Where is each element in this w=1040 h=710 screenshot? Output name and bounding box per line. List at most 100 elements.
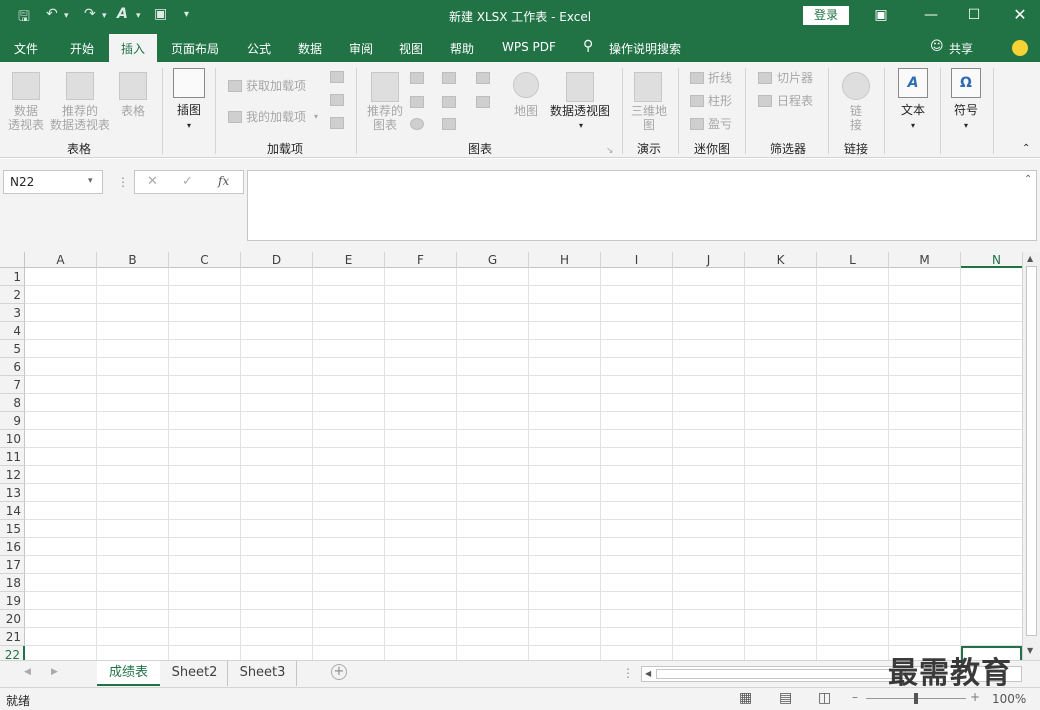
combo-chart-icon[interactable] (476, 96, 490, 108)
tab-home[interactable]: 开始 (70, 40, 94, 57)
3d-map-button[interactable]: 三维地 图 (626, 104, 672, 132)
formula-input[interactable] (247, 170, 1037, 241)
tab-help[interactable]: 帮助 (450, 40, 474, 57)
column-header[interactable]: F (385, 252, 457, 268)
row-header[interactable]: 17 (0, 556, 25, 574)
scroll-down-icon[interactable]: ▼ (1027, 646, 1033, 655)
illustrations-button[interactable]: 插图 (170, 103, 208, 117)
smiley-icon[interactable] (1012, 40, 1028, 56)
row-header[interactable]: 4 (0, 322, 25, 340)
column-chart-icon[interactable] (410, 72, 424, 84)
my-addins-button[interactable]: 我的加载项 (246, 110, 306, 124)
charts-launcher-icon[interactable]: ↘ (606, 144, 614, 158)
illustrations-icon[interactable] (173, 68, 205, 98)
pivot-table-button[interactable]: 数据 透视表 (6, 104, 46, 132)
row-header[interactable]: 2 (0, 286, 25, 304)
zoom-level[interactable]: 100% (992, 692, 1026, 706)
sheet-tab-sheet3[interactable]: Sheet3 (229, 661, 297, 686)
collapse-ribbon-icon[interactable]: ⌃ (1022, 142, 1030, 156)
link-icon[interactable] (842, 72, 870, 100)
my-addins-icon[interactable] (228, 111, 242, 123)
formula-bar-splitter[interactable]: ⋮ (117, 175, 129, 189)
row-header[interactable]: 8 (0, 394, 25, 412)
vertical-scrollbar[interactable]: ▲ ▼ (1022, 252, 1040, 660)
visio-icon[interactable] (330, 71, 344, 83)
maximize-icon[interactable]: ☐ (962, 4, 986, 28)
timeline-button[interactable]: 日程表 (777, 94, 813, 108)
column-header[interactable]: A (25, 252, 97, 268)
symbols-button[interactable]: 符号 (949, 103, 983, 117)
column-header[interactable]: B (97, 252, 169, 268)
cancel-icon[interactable]: ✕ (147, 174, 158, 189)
symbols-dropdown-icon[interactable]: ▾ (960, 119, 972, 133)
link-button[interactable]: 链 接 (846, 104, 866, 132)
recommended-charts-button[interactable]: 推荐的 图表 (362, 104, 408, 132)
row-header[interactable]: 16 (0, 538, 25, 556)
sparkline-column-button[interactable]: 柱形 (708, 94, 732, 108)
row-header[interactable]: 1 (0, 268, 25, 286)
sparkline-line-button[interactable]: 折线 (708, 71, 732, 85)
worksheet-grid[interactable]: ABCDEFGHIJKLMN 1 2 3 4 5 6 7 8 9 10 11 12 13 14 15 16 17… (0, 252, 1022, 660)
get-addins-icon[interactable] (228, 80, 242, 92)
column-header[interactable]: G (457, 252, 529, 268)
tab-page-layout[interactable]: 页面布局 (171, 40, 219, 57)
people-graph-icon[interactable] (330, 117, 344, 129)
row-header[interactable]: 10 (0, 430, 25, 448)
row-header[interactable]: 19 (0, 592, 25, 610)
timeline-icon[interactable] (758, 95, 772, 107)
tab-formulas[interactable]: 公式 (247, 40, 271, 57)
column-header[interactable]: J (673, 252, 745, 268)
column-header[interactable]: L (817, 252, 889, 268)
sparkline-winloss-icon[interactable] (690, 118, 704, 130)
row-header[interactable]: 21 (0, 628, 25, 646)
normal-view-icon[interactable]: ▦ (739, 690, 752, 706)
hscroll-thumb[interactable] (656, 669, 906, 679)
pivot-table-icon[interactable] (12, 72, 40, 100)
tab-data[interactable]: 数据 (298, 40, 322, 57)
login-button[interactable]: 登录 (803, 6, 849, 25)
row-header[interactable]: 20 (0, 610, 25, 628)
3d-map-icon[interactable] (634, 72, 662, 102)
map-chart-button[interactable]: 地图 (510, 104, 542, 118)
illustrations-dropdown-icon[interactable]: ▾ (183, 119, 195, 133)
sparkline-column-icon[interactable] (690, 95, 704, 107)
column-header[interactable]: N (961, 252, 1022, 268)
zoom-out-icon[interactable]: – (852, 690, 858, 704)
scroll-left-icon[interactable]: ◀ (645, 669, 651, 678)
scatter-chart-icon[interactable] (476, 72, 490, 84)
sparkline-line-icon[interactable] (690, 72, 704, 84)
waterfall-chart-icon[interactable] (442, 118, 456, 130)
statistic-chart-icon[interactable] (442, 96, 456, 108)
recommended-pivot-icon[interactable] (66, 72, 94, 100)
slicer-icon[interactable] (758, 72, 772, 84)
column-header[interactable]: M (889, 252, 961, 268)
column-header[interactable]: H (529, 252, 601, 268)
row-header[interactable]: 15 (0, 520, 25, 538)
hierarchy-chart-icon[interactable] (442, 72, 456, 84)
expand-formula-icon[interactable]: ⌃ (1024, 174, 1032, 185)
text-icon[interactable]: A (898, 68, 928, 98)
sheet-tab-sheet2[interactable]: Sheet2 (162, 661, 228, 686)
select-all-corner[interactable] (0, 252, 25, 268)
column-header[interactable]: D (241, 252, 313, 268)
column-header[interactable]: C (169, 252, 241, 268)
text-dropdown-icon[interactable]: ▾ (907, 119, 919, 133)
recommended-pivot-button[interactable]: 推荐的 数据透视表 (48, 104, 112, 132)
sheet-tab-scores[interactable]: 成绩表 (97, 661, 160, 686)
slicer-button[interactable]: 切片器 (777, 71, 813, 85)
table-icon[interactable] (119, 72, 147, 100)
row-header[interactable]: 5 (0, 340, 25, 358)
row-header[interactable]: 22 (0, 646, 25, 660)
insert-function-icon[interactable]: fx (218, 174, 229, 188)
page-layout-view-icon[interactable]: ▤ (779, 690, 792, 706)
scroll-up-icon[interactable]: ▲ (1027, 254, 1033, 263)
bing-maps-icon[interactable] (330, 94, 344, 106)
tab-splitter[interactable]: ⋮ (622, 666, 634, 680)
enter-icon[interactable]: ✓ (182, 174, 193, 189)
row-header[interactable]: 14 (0, 502, 25, 520)
map-icon[interactable] (513, 72, 539, 98)
add-sheet-icon[interactable]: + (331, 664, 347, 680)
zoom-slider-thumb[interactable] (914, 693, 918, 704)
zoom-in-icon[interactable]: + (970, 690, 980, 704)
column-header[interactable]: I (601, 252, 673, 268)
